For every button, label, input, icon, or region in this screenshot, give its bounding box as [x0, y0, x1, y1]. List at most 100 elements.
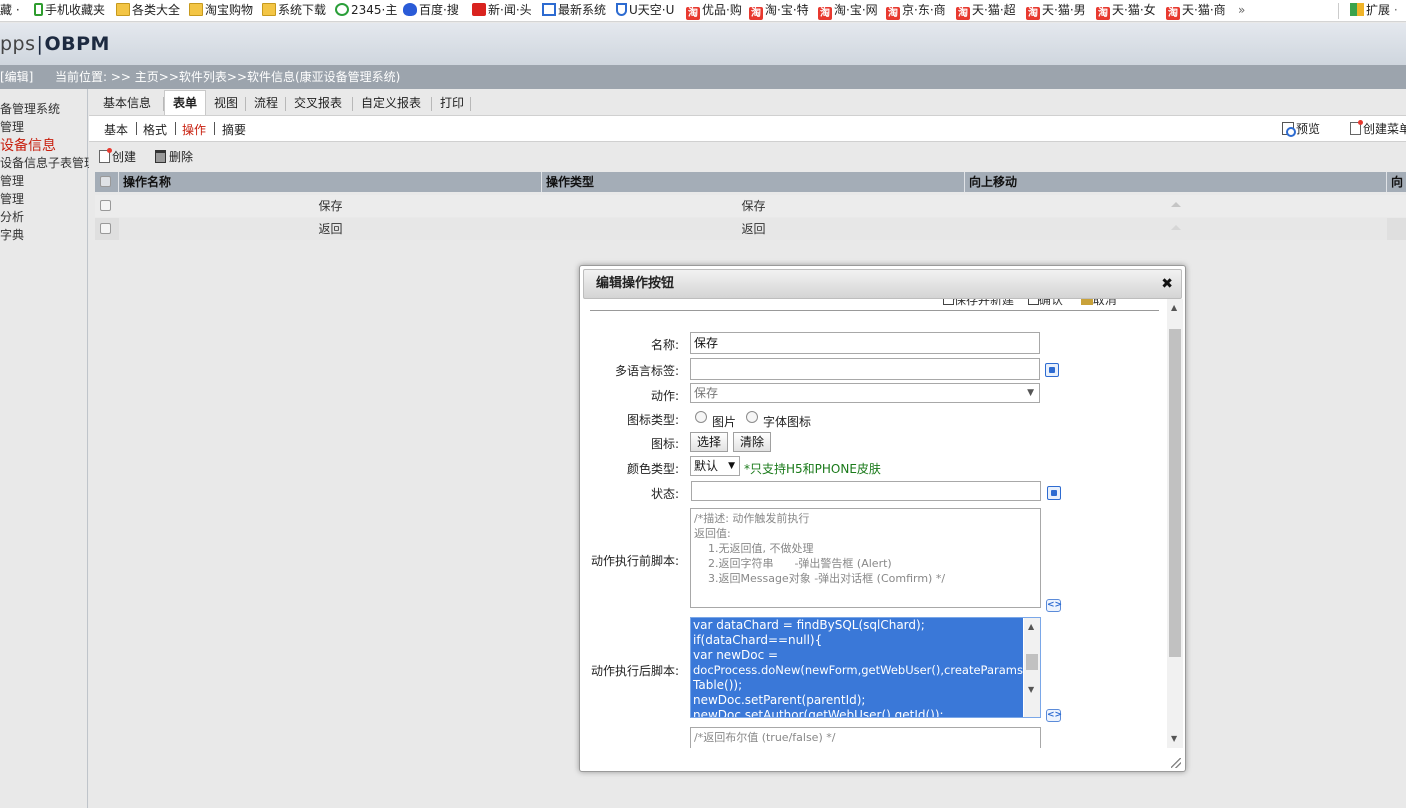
tab-form[interactable]: 表单: [164, 90, 207, 116]
icon-type-font-label: 字体图标: [763, 415, 812, 429]
scroll-down-icon[interactable]: ▼: [1171, 735, 1177, 743]
status-picker-icon[interactable]: [1047, 486, 1061, 500]
color-type-select[interactable]: 默认 ▼: [690, 456, 740, 476]
tab-print[interactable]: 打印: [432, 91, 472, 115]
breadcrumb: [编辑] 当前位置: >> 主页>>软件列表>>软件信息(康亚设备管理系统): [0, 65, 1406, 89]
table-row[interactable]: 返回 返回: [95, 218, 1406, 240]
subtab-summary[interactable]: 摘要: [222, 121, 246, 138]
status-input[interactable]: [691, 481, 1041, 501]
bookmark-item[interactable]: 新·闻·头: [472, 0, 532, 21]
extensions-button[interactable]: 扩展 ·: [1350, 0, 1398, 21]
icon-type-font-radio[interactable]: [746, 411, 758, 423]
sidebar-item[interactable]: 字典: [0, 226, 24, 243]
subtab-divider: [214, 122, 215, 135]
row-checkbox[interactable]: [100, 223, 111, 234]
bookmark-item[interactable]: 2345·主: [335, 0, 397, 21]
code-editor-icon[interactable]: <>: [1046, 599, 1062, 612]
name-input[interactable]: 保存: [690, 332, 1040, 354]
bookmark-item[interactable]: 各类大全: [116, 0, 180, 21]
cell-name: 返回: [119, 218, 542, 240]
after-script-label: 动作执行后脚本:: [590, 664, 679, 678]
table-row[interactable]: 保存 保存: [95, 195, 1406, 217]
i18n-input[interactable]: [690, 358, 1040, 380]
save-and-new-button[interactable]: 保存并新建: [954, 299, 1014, 307]
bookmark-item[interactable]: 淘京·东·商: [886, 0, 946, 21]
dialog-top-actions: 保存并新建 确认 取消: [943, 299, 1117, 308]
scroll-up-icon[interactable]: ▲: [1028, 623, 1034, 631]
tab-crosstab[interactable]: 交叉报表: [286, 91, 350, 115]
sidebar-item-active[interactable]: 设备信息: [0, 135, 56, 155]
chevron-down-icon: ▼: [728, 461, 735, 471]
move-up-icon[interactable]: [1171, 202, 1181, 207]
tab-custom-report[interactable]: 自定义报表: [353, 91, 429, 115]
scroll-down-icon[interactable]: ▼: [1028, 686, 1034, 694]
bookmark-item[interactable]: 淘宝购物: [189, 0, 253, 21]
sidebar-item[interactable]: 管理: [0, 118, 24, 135]
bookmark-item[interactable]: 系统下载: [262, 0, 326, 21]
subtab-operation[interactable]: 操作: [182, 121, 206, 138]
bookmark-item[interactable]: 百度·搜: [403, 0, 459, 21]
sidebar-item[interactable]: 管理: [0, 190, 24, 207]
bool-script-textarea[interactable]: /*返回布尔值 (true/false) */: [690, 727, 1041, 748]
bookmark-item[interactable]: 淘优品·购: [686, 0, 742, 21]
scroll-up-icon[interactable]: ▲: [1171, 304, 1177, 312]
bookmark-item[interactable]: 手机收藏夹: [34, 0, 105, 21]
preview-button[interactable]: 预览: [1282, 120, 1320, 137]
row-checkbox[interactable]: [100, 200, 111, 211]
divider: [1338, 3, 1339, 19]
dialog-scrollbar[interactable]: ▲ ▼: [1167, 299, 1183, 748]
sidebar-item[interactable]: 设备信息子表管理: [0, 154, 96, 171]
subtab-basic[interactable]: 基本: [104, 121, 128, 138]
house-icon: [542, 3, 556, 16]
bookmark-item[interactable]: 淘天·猫·超: [956, 0, 1016, 21]
sidebar-item[interactable]: 备管理系统: [0, 100, 60, 117]
column-header: 向: [1387, 172, 1406, 192]
bookmark-item[interactable]: 淘淘·宝·网: [818, 0, 878, 21]
delete-button[interactable]: 删除: [155, 148, 193, 165]
scrollbar-thumb[interactable]: [1026, 654, 1038, 670]
bookmark-item[interactable]: 淘淘·宝·特: [749, 0, 809, 21]
bookmark-item[interactable]: 藏 ·: [0, 0, 20, 21]
code-line: newDoc.setParent(parentId);: [691, 693, 1023, 708]
scrollbar-thumb[interactable]: [1169, 329, 1181, 657]
subtab-format[interactable]: 格式: [143, 121, 167, 138]
code-line: Table());: [691, 678, 1023, 693]
folder-icon: [262, 3, 276, 16]
tab-flow[interactable]: 流程: [246, 91, 286, 115]
textarea-scrollbar[interactable]: ▲ ▼: [1024, 618, 1040, 717]
trash-icon: [155, 150, 166, 163]
close-icon[interactable]: ✖: [1161, 276, 1173, 292]
sidebar-item[interactable]: 管理: [0, 172, 24, 189]
create-button[interactable]: 创建: [99, 148, 136, 165]
create-menu-button[interactable]: 创建菜单: [1350, 120, 1406, 137]
app-logo: pps|OBPM: [0, 33, 110, 55]
icon-label: 图标:: [650, 437, 679, 451]
bookmark-item[interactable]: 淘天·猫·商: [1166, 0, 1226, 21]
edit-link[interactable]: [编辑]: [0, 65, 33, 89]
2345-icon: [335, 3, 349, 16]
tab-basic-info[interactable]: 基本信息: [95, 91, 159, 115]
tab-view[interactable]: 视图: [206, 91, 246, 115]
i18n-label: 多语言标签:: [614, 364, 679, 378]
i18n-picker-icon[interactable]: [1045, 363, 1059, 377]
select-all-checkbox[interactable]: [100, 176, 111, 187]
bookmarks-more-button[interactable]: »: [1238, 0, 1245, 21]
bookmark-item[interactable]: 淘天·猫·女: [1096, 0, 1156, 21]
sidebar-item[interactable]: 分析: [0, 208, 24, 225]
cancel-button[interactable]: 取消: [1093, 299, 1117, 307]
code-line: var dataChard = findBySQL(sqlChard);: [691, 618, 1023, 633]
bookmark-item[interactable]: 淘天·猫·男: [1026, 0, 1086, 21]
action-select[interactable]: 保存 ▼: [690, 383, 1040, 403]
move-up-icon[interactable]: [1171, 225, 1181, 230]
icon-type-image-radio[interactable]: [695, 411, 707, 423]
before-script-textarea[interactable]: /*描述: 动作触发前执行 返回值: 1.无返回值, 不做处理 2.返回字符串 …: [690, 508, 1041, 608]
bookmark-item[interactable]: 最新系统: [542, 0, 606, 21]
resize-grip-icon[interactable]: [1171, 758, 1181, 768]
tab-divider: [470, 97, 471, 111]
icon-clear-button[interactable]: 清除: [733, 432, 772, 452]
icon-select-button[interactable]: 选择: [690, 432, 729, 452]
bookmark-item[interactable]: U天空·U: [616, 0, 674, 21]
code-editor-icon[interactable]: <>: [1046, 709, 1062, 722]
after-script-textarea[interactable]: var dataChard = findBySQL(sqlChard); if(…: [690, 617, 1041, 718]
confirm-button[interactable]: 确认: [1039, 299, 1063, 307]
